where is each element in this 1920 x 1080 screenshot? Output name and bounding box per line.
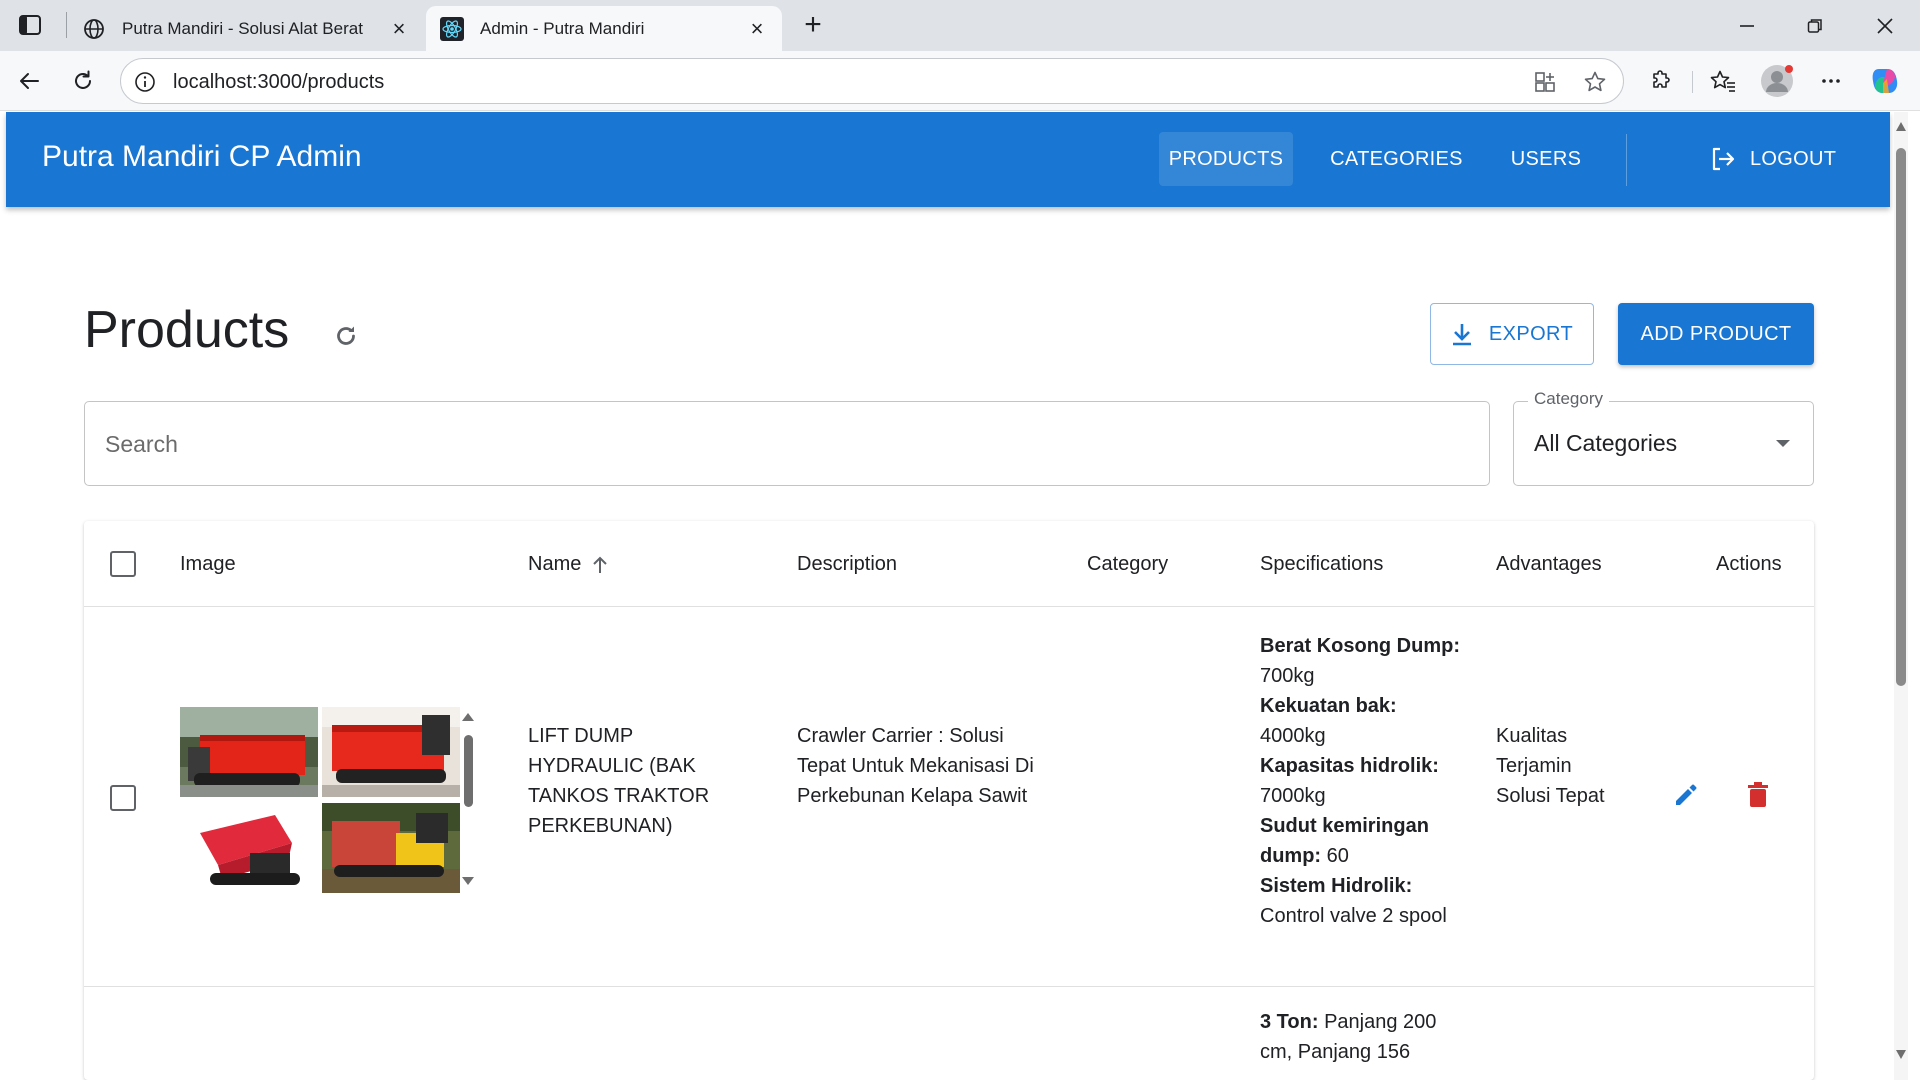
add-product-button[interactable]: ADD PRODUCT	[1618, 303, 1814, 365]
product-name: LIFT DUMP HYDRAULIC (BAK TANKOS TRAKTOR …	[528, 725, 710, 837]
more-options-icon[interactable]	[1812, 62, 1850, 100]
react-icon	[440, 16, 464, 41]
nav-divider	[1626, 134, 1627, 186]
col-actions: Actions	[1716, 553, 1782, 575]
tab-separator	[66, 12, 67, 38]
image-list-scrollbar[interactable]	[464, 735, 473, 807]
app-title: Putra Mandiri CP Admin	[42, 140, 362, 173]
minimize-icon[interactable]	[1720, 6, 1774, 46]
spec-item: Kapasitas hidrolik: 7000kg	[1260, 755, 1439, 807]
app-available-icon[interactable]	[1531, 68, 1559, 96]
product-photo[interactable]	[180, 707, 318, 797]
col-image: Image	[180, 553, 236, 575]
col-name[interactable]: Name	[528, 553, 609, 576]
back-icon[interactable]	[10, 62, 48, 100]
new-tab-icon[interactable]: +	[796, 8, 830, 42]
product-description: Crawler Carrier : Solusi Tepat Untuk Mek…	[797, 725, 1034, 807]
favorite-star-icon[interactable]	[1581, 68, 1609, 96]
close-tab-icon[interactable]: ×	[388, 16, 410, 41]
globe-icon	[82, 17, 106, 41]
scroll-up-arrow-icon[interactable]	[462, 713, 474, 721]
edit-icon[interactable]	[1668, 777, 1704, 813]
col-category: Category	[1087, 553, 1169, 575]
logout-button[interactable]: LOGOUT	[1710, 132, 1836, 186]
col-specifications: Specifications	[1260, 553, 1384, 575]
copilot-icon[interactable]	[1866, 62, 1904, 100]
col-advantages: Advantages	[1496, 553, 1602, 575]
nav-categories[interactable]: CATEGORIES	[1324, 132, 1469, 186]
spec-item: Kekuatan bak: 4000kg	[1260, 695, 1397, 747]
url-text: localhost:3000/products	[173, 71, 385, 93]
logout-label: LOGOUT	[1750, 147, 1837, 170]
dropdown-arrow-icon	[1776, 440, 1790, 447]
site-info-icon[interactable]	[133, 70, 157, 94]
tab-actions-icon[interactable]	[12, 11, 48, 39]
restore-icon[interactable]	[1788, 6, 1842, 46]
profile-avatar[interactable]	[1758, 62, 1796, 100]
spec-item: Berat Kosong Dump: 700kg	[1260, 635, 1460, 687]
product-photo[interactable]	[180, 803, 318, 893]
tab-title: Admin - Putra Mandiri	[480, 18, 645, 38]
app-header: Putra Mandiri CP Admin PRODUCTS CATEGORI…	[6, 112, 1890, 207]
spec-item: 3 Ton: Panjang 200 cm, Panjang 156	[1260, 1011, 1437, 1063]
tab-title: Putra Mandiri - Solusi Alat Berat	[122, 18, 363, 38]
product-photo[interactable]	[322, 803, 460, 893]
table-header: Image Name Description Category Specific…	[84, 521, 1814, 607]
refresh-icon[interactable]	[326, 316, 366, 356]
export-label: EXPORT	[1488, 322, 1574, 345]
toolbar-divider	[1692, 71, 1693, 93]
scroll-down-arrow-icon[interactable]	[462, 877, 474, 885]
products-table: Image Name Description Category Specific…	[84, 521, 1814, 1080]
browser-tab-site[interactable]: Putra Mandiri - Solusi Alat Berat ×	[68, 6, 424, 51]
product-photo[interactable]	[322, 707, 460, 797]
close-window-icon[interactable]	[1858, 6, 1912, 46]
product-specifications: Berat Kosong Dump: 700kg Kekuatan bak: 4…	[1260, 631, 1460, 931]
sort-ascending-icon	[591, 555, 609, 575]
product-specifications: 3 Ton: Panjang 200 cm, Panjang 156	[1260, 1007, 1460, 1067]
extensions-icon[interactable]	[1642, 62, 1680, 100]
category-select-value: All Categories	[1534, 430, 1678, 456]
category-select[interactable]: Category All Categories	[1513, 389, 1814, 486]
spec-item: Sistem Hidrolik: Control valve 2 spool	[1260, 875, 1447, 927]
product-image-list	[180, 707, 476, 893]
close-tab-icon[interactable]: ×	[746, 16, 768, 41]
table-row: 3 Ton: Panjang 200 cm, Panjang 156	[84, 987, 1814, 1080]
favorites-icon[interactable]	[1704, 62, 1742, 100]
nav-products[interactable]: PRODUCTS	[1159, 132, 1293, 186]
page-scrollbar-thumb[interactable]	[1896, 148, 1906, 686]
spec-item: Sudut kemiringan dump: 60	[1260, 815, 1429, 867]
browser-tab-admin[interactable]: Admin - Putra Mandiri ×	[426, 6, 782, 51]
col-name-label: Name	[528, 553, 582, 575]
logout-icon	[1710, 146, 1736, 172]
product-advantages: Kualitas Terjamin Solusi Tepat	[1496, 725, 1605, 807]
col-description: Description	[797, 553, 898, 575]
search-input[interactable]	[105, 424, 1465, 464]
download-icon	[1451, 322, 1473, 346]
browser-toolbar: localhost:3000/products	[0, 51, 1920, 111]
export-button[interactable]: EXPORT	[1430, 303, 1594, 365]
page-scroll-down-icon[interactable]	[1896, 1050, 1906, 1059]
nav-users[interactable]: USERS	[1500, 132, 1592, 186]
page-scroll-up-icon[interactable]	[1896, 122, 1906, 131]
search-field[interactable]	[84, 401, 1490, 486]
select-all-checkbox[interactable]	[110, 551, 136, 577]
row-checkbox[interactable]	[110, 785, 136, 811]
page-title: Products	[84, 301, 290, 359]
browser-tab-strip: Putra Mandiri - Solusi Alat Berat × Admi…	[0, 0, 1920, 51]
table-row: LIFT DUMP HYDRAULIC (BAK TANKOS TRAKTOR …	[84, 607, 1814, 987]
address-bar[interactable]: localhost:3000/products	[120, 58, 1624, 104]
category-select-label: Category	[1528, 389, 1609, 409]
delete-icon[interactable]	[1740, 777, 1776, 813]
reload-icon[interactable]	[64, 62, 102, 100]
